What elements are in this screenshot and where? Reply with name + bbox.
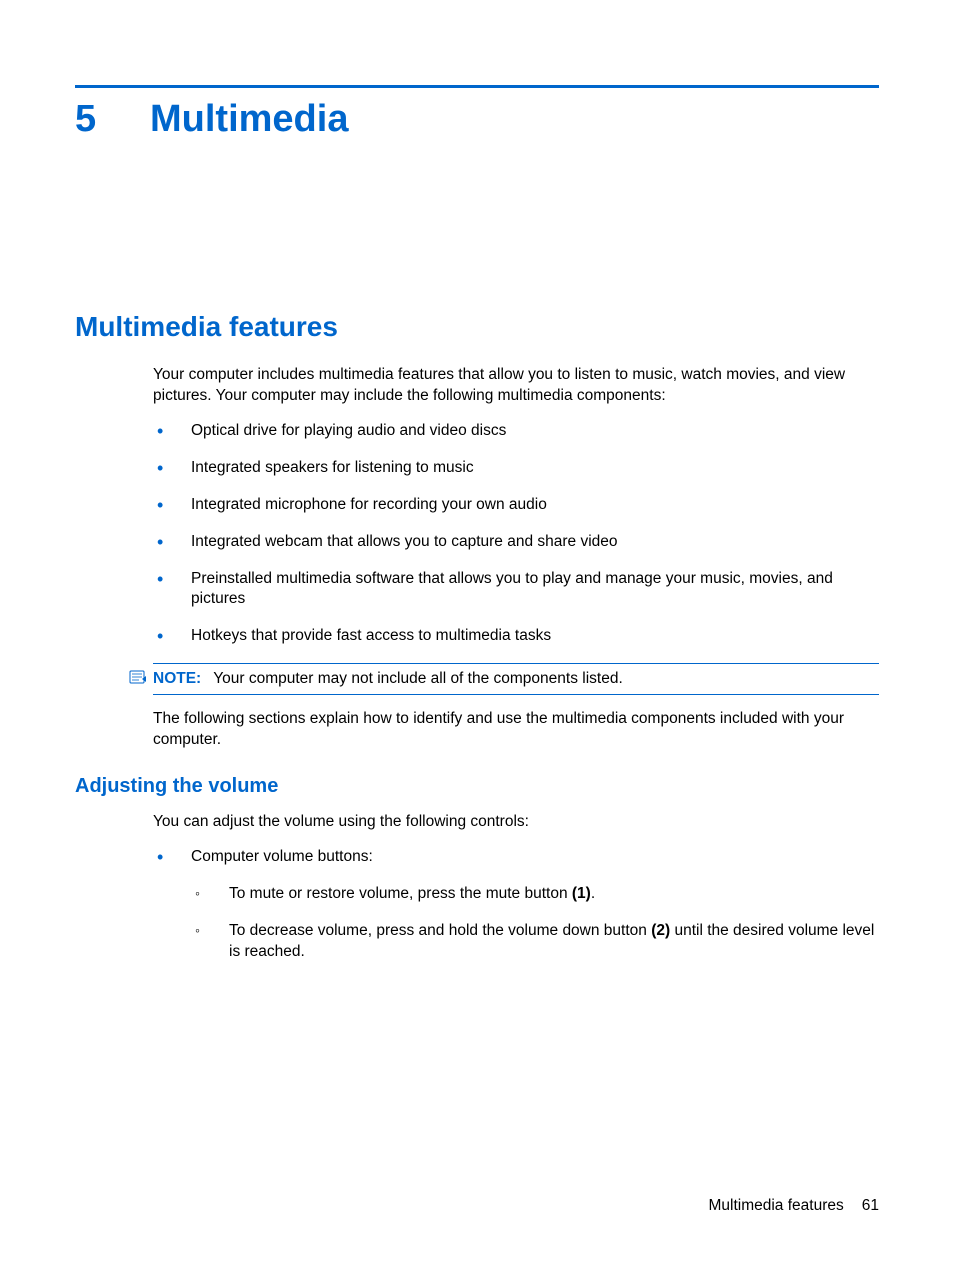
- subsection-intro: You can adjust the volume using the foll…: [153, 812, 879, 833]
- list-item: Computer volume buttons: To mute or rest…: [153, 847, 879, 963]
- list-item-text: Computer volume buttons:: [191, 848, 373, 865]
- chapter-title: Multimedia: [150, 98, 348, 141]
- list-item: Hotkeys that provide fast access to mult…: [153, 626, 879, 647]
- list-item: Integrated speakers for listening to mus…: [153, 458, 879, 479]
- document-page: 5 Multimedia Multimedia features Your co…: [0, 0, 954, 1270]
- sub-list-item: To mute or restore volume, press the mut…: [191, 884, 879, 905]
- button-ref: (2): [651, 922, 670, 939]
- chapter-header: 5 Multimedia: [75, 98, 879, 141]
- section-intro: Your computer includes multimedia featur…: [153, 365, 879, 407]
- note-box: NOTE: Your computer may not include all o…: [153, 663, 879, 695]
- chapter-rule: [75, 85, 879, 88]
- button-ref: (1): [572, 885, 591, 902]
- chapter-number: 5: [75, 98, 150, 141]
- footer-section-name: Multimedia features: [708, 1197, 843, 1214]
- note-icon: [129, 669, 147, 685]
- list-item: Integrated microphone for recording your…: [153, 495, 879, 516]
- list-item: Integrated webcam that allows you to cap…: [153, 532, 879, 553]
- section-outro: The following sections explain how to id…: [153, 709, 879, 751]
- feature-list: Optical drive for playing audio and vide…: [153, 421, 879, 647]
- sub-list: To mute or restore volume, press the mut…: [191, 884, 879, 963]
- volume-controls-list: Computer volume buttons: To mute or rest…: [153, 847, 879, 963]
- page-footer: Multimedia features 61: [708, 1197, 879, 1215]
- list-item: Preinstalled multimedia software that al…: [153, 569, 879, 611]
- sub-list-item: To decrease volume, press and hold the v…: [191, 921, 879, 963]
- note-text: Your computer may not include all of the…: [213, 670, 623, 687]
- section-heading: Multimedia features: [75, 311, 879, 343]
- note-label: NOTE:: [153, 670, 201, 687]
- list-item: Optical drive for playing audio and vide…: [153, 421, 879, 442]
- page-number: 61: [862, 1197, 879, 1214]
- subsection-heading: Adjusting the volume: [75, 775, 879, 798]
